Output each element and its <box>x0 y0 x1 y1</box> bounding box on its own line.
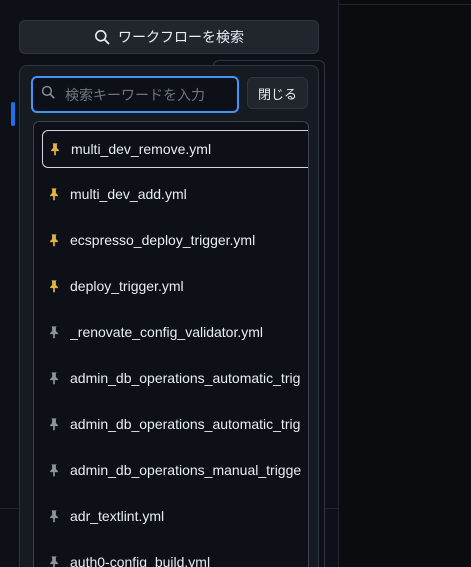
workflow-list-item[interactable]: auth0-config_build.yml <box>42 544 308 567</box>
pin-icon[interactable] <box>47 508 61 524</box>
workflow-list-item[interactable]: ecspresso_deploy_trigger.yml <box>42 222 308 258</box>
workflow-name: ecspresso_deploy_trigger.yml <box>70 232 256 248</box>
workflow-name: auth0-config_build.yml <box>70 554 211 567</box>
workflow-list-item[interactable]: multi_dev_add.yml <box>42 176 308 212</box>
pin-icon[interactable] <box>47 462 61 478</box>
pin-filled-icon[interactable] <box>47 186 61 202</box>
pin-filled-icon[interactable] <box>48 141 62 157</box>
pin-icon[interactable] <box>47 324 61 340</box>
workflow-name: admin_db_operations_automatic_trig <box>70 416 301 432</box>
close-button[interactable]: 閉じる <box>247 77 308 109</box>
workflow-name: admin_db_operations_automatic_trig <box>70 370 301 386</box>
page: ワークフローを検索 閉じる multi_dev_remove.ymlmulti_… <box>0 0 471 567</box>
divider <box>0 508 18 509</box>
search-icon <box>94 29 110 45</box>
workflow-name: deploy_trigger.yml <box>70 278 184 294</box>
workflow-list: multi_dev_remove.yml multi_dev_add.ymlecs… <box>33 121 309 567</box>
search-workflows-button[interactable]: ワークフローを検索 <box>19 20 319 54</box>
divider <box>339 4 471 5</box>
pin-icon[interactable] <box>47 416 61 432</box>
search-workflows-label: ワークフローを検索 <box>118 29 244 45</box>
workflow-filter-input[interactable] <box>63 85 227 104</box>
workflow-list-item[interactable]: admin_db_operations_automatic_trig <box>42 406 308 442</box>
workflow-list-item[interactable]: admin_db_operations_automatic_trig <box>42 360 308 396</box>
workflow-name: admin_db_operations_manual_trigge <box>70 462 302 478</box>
workflow-list-item[interactable]: _renovate_config_validator.yml <box>42 314 308 350</box>
pin-icon[interactable] <box>47 370 61 386</box>
workflow-list-item[interactable]: adr_textlint.yml <box>42 498 308 534</box>
main-content-area <box>339 0 471 567</box>
pin-filled-icon[interactable] <box>47 278 61 294</box>
workflow-name: adr_textlint.yml <box>70 508 165 524</box>
search-icon <box>41 85 55 104</box>
filter-field[interactable] <box>31 76 239 113</box>
workflow-list-item[interactable]: deploy_trigger.yml <box>42 268 308 304</box>
pin-filled-icon[interactable] <box>47 232 61 248</box>
workflow-name: multi_dev_add.yml <box>70 186 187 202</box>
workflow-list-item[interactable]: admin_db_operations_manual_trigge <box>42 452 308 488</box>
active-nav-indicator <box>11 102 15 126</box>
workflow-list-item[interactable]: multi_dev_remove.yml <box>42 130 308 168</box>
workflow-name: _renovate_config_validator.yml <box>70 324 264 340</box>
pin-icon[interactable] <box>47 554 61 567</box>
workflow-name: multi_dev_remove.yml <box>71 141 212 157</box>
